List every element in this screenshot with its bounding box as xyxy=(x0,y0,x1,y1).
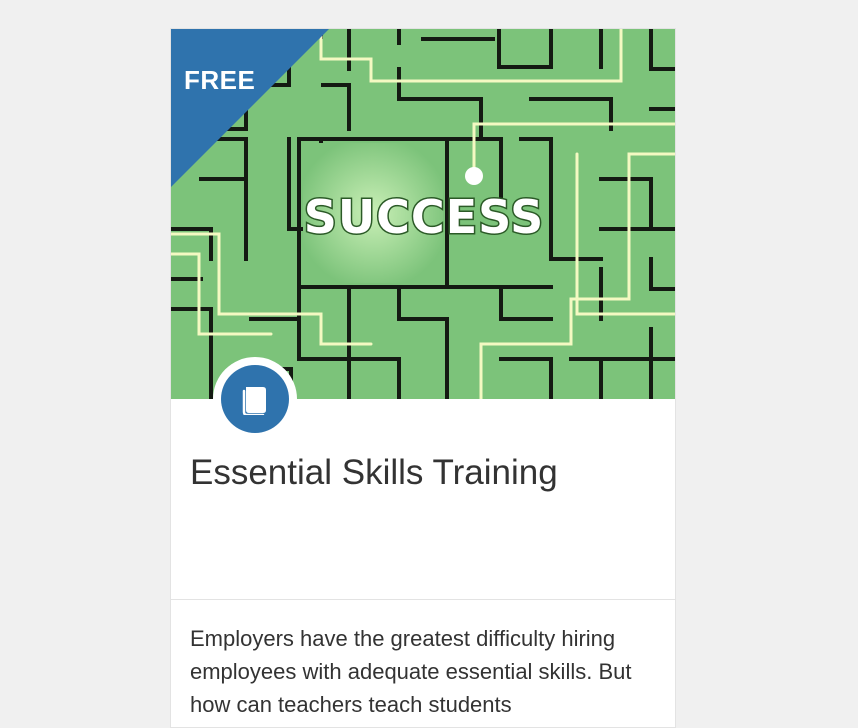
free-ribbon xyxy=(171,29,329,187)
course-type-circle xyxy=(221,365,289,433)
course-description: Employers have the greatest difficulty h… xyxy=(190,626,632,717)
free-badge-label: FREE xyxy=(184,65,256,95)
course-image[interactable]: SUCCESS FREE xyxy=(171,29,675,399)
course-type-badge xyxy=(213,357,297,441)
course-card[interactable]: SUCCESS FREE Essential Skills Training E… xyxy=(170,28,676,728)
course-title[interactable]: Essential Skills Training xyxy=(190,449,558,497)
image-success-text: SUCCESS xyxy=(304,190,545,244)
card-divider xyxy=(171,599,675,600)
book-icon xyxy=(242,387,266,415)
